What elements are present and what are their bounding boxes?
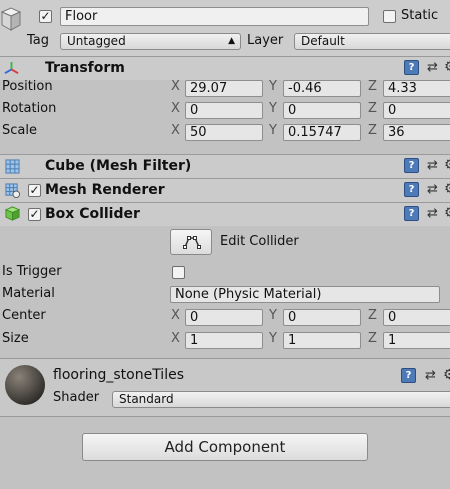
presets-icon[interactable]: ⇄ <box>427 206 442 221</box>
x-axis-label: X <box>171 123 180 138</box>
mesh-renderer-enabled-checkbox[interactable]: ✓ <box>28 184 41 197</box>
x-axis-label: X <box>171 331 180 346</box>
gear-icon[interactable]: ⚙ <box>444 206 450 221</box>
z-axis-label: Z <box>368 79 377 94</box>
rotation-label: Rotation <box>2 101 57 116</box>
add-component-button[interactable]: Add Component <box>82 433 368 461</box>
y-axis-label: Y <box>269 308 277 323</box>
center-x-field[interactable]: 0 <box>185 309 263 326</box>
rotation-y-field[interactable]: 0 <box>283 102 361 119</box>
gear-icon[interactable]: ⚙ <box>444 60 450 75</box>
position-x-field[interactable]: 29.07 <box>185 80 263 97</box>
help-icon[interactable]: ? <box>401 368 416 383</box>
presets-icon[interactable]: ⇄ <box>427 182 442 197</box>
mesh-renderer-header[interactable]: ✓ Mesh Renderer ? ⇄ ⚙ <box>0 178 450 202</box>
gear-icon[interactable]: ⚙ <box>444 182 450 197</box>
position-label: Position <box>2 79 53 94</box>
presets-icon[interactable]: ⇄ <box>425 368 440 383</box>
tag-dropdown[interactable]: Untagged ▲ <box>60 33 241 50</box>
gameobject-header: ✓ Floor Static Tag Untagged ▲ Layer Defa… <box>0 0 450 56</box>
help-icon[interactable]: ? <box>404 158 419 173</box>
y-axis-label: Y <box>269 331 277 346</box>
shader-dropdown[interactable]: Standard <box>112 391 450 408</box>
x-axis-label: X <box>171 101 180 116</box>
z-axis-label: Z <box>368 308 377 323</box>
material-label: Material <box>2 286 55 301</box>
center-z-field[interactable]: 0 <box>383 309 450 326</box>
y-axis-label: Y <box>269 101 277 116</box>
scale-z-field[interactable]: 36 <box>383 124 450 141</box>
scale-x-field[interactable]: 50 <box>185 124 263 141</box>
material-field[interactable]: None (Physic Material) <box>170 286 440 303</box>
box-collider-enabled-checkbox[interactable]: ✓ <box>28 208 41 221</box>
center-y-field[interactable]: 0 <box>283 309 361 326</box>
transform-title: Transform <box>45 60 125 76</box>
box-collider-header[interactable]: ✓ Box Collider ? ⇄ ⚙ <box>0 202 450 226</box>
presets-icon[interactable]: ⇄ <box>427 158 442 173</box>
rotation-x-field[interactable]: 0 <box>185 102 263 119</box>
help-icon[interactable]: ? <box>404 206 419 221</box>
tag-dropdown-value: Untagged <box>67 34 126 48</box>
is-trigger-checkbox[interactable] <box>172 266 185 279</box>
box-collider-icon <box>5 206 20 221</box>
y-axis-label: Y <box>269 123 277 138</box>
gear-icon[interactable]: ⚙ <box>443 368 450 383</box>
x-axis-label: X <box>171 79 180 94</box>
size-x-field[interactable]: 1 <box>185 332 263 349</box>
shader-dropdown-value: Standard <box>119 392 174 406</box>
mesh-filter-title: Cube (Mesh Filter) <box>45 158 192 174</box>
rotation-z-field[interactable]: 0 <box>383 102 450 119</box>
z-axis-label: Z <box>368 331 377 346</box>
tag-label: Tag <box>27 33 50 48</box>
position-y-field[interactable]: -0.46 <box>283 80 361 97</box>
z-axis-label: Z <box>368 101 377 116</box>
help-icon[interactable]: ? <box>404 182 419 197</box>
edit-collider-label: Edit Collider <box>220 234 299 249</box>
dropdown-arrow-icon: ▲ <box>228 36 235 46</box>
size-label: Size <box>2 331 29 346</box>
transform-header[interactable]: Transform ? ⇄ ⚙ <box>0 56 450 80</box>
static-label: Static <box>401 8 439 23</box>
scale-y-field[interactable]: 0.15747 <box>283 124 361 141</box>
gear-icon[interactable]: ⚙ <box>444 158 450 173</box>
help-icon[interactable]: ? <box>404 60 419 75</box>
cube-icon <box>0 7 22 31</box>
static-checkbox[interactable] <box>383 10 396 23</box>
edit-collider-button[interactable] <box>170 229 212 255</box>
name-field[interactable]: Floor <box>60 7 369 26</box>
transform-axes-icon <box>4 61 19 75</box>
material-section: flooring_stoneTiles Shader Standard ? ⇄ … <box>0 359 450 416</box>
layer-dropdown-value: Default <box>301 34 345 48</box>
shader-label: Shader <box>53 390 100 405</box>
mesh-renderer-icon <box>5 183 20 198</box>
scale-label: Scale <box>2 123 37 138</box>
material-name: flooring_stoneTiles <box>53 367 184 383</box>
position-z-field[interactable]: 4.33 <box>383 80 450 97</box>
mesh-renderer-title: Mesh Renderer <box>45 182 165 198</box>
x-axis-label: X <box>171 308 180 323</box>
is-trigger-label: Is Trigger <box>2 264 62 279</box>
presets-icon[interactable]: ⇄ <box>427 60 442 75</box>
mesh-filter-header[interactable]: Cube (Mesh Filter) ? ⇄ ⚙ <box>0 154 450 178</box>
box-collider-title: Box Collider <box>45 206 140 222</box>
size-z-field[interactable]: 1 <box>383 332 450 349</box>
size-y-field[interactable]: 1 <box>283 332 361 349</box>
material-preview-sphere <box>5 365 45 405</box>
center-label: Center <box>2 308 46 323</box>
layer-dropdown[interactable]: Default <box>294 33 450 50</box>
active-checkbox[interactable]: ✓ <box>39 10 52 23</box>
mesh-grid-icon <box>5 159 20 174</box>
z-axis-label: Z <box>368 123 377 138</box>
layer-label: Layer <box>247 33 284 48</box>
edit-collider-icon <box>183 236 201 249</box>
y-axis-label: Y <box>269 79 277 94</box>
